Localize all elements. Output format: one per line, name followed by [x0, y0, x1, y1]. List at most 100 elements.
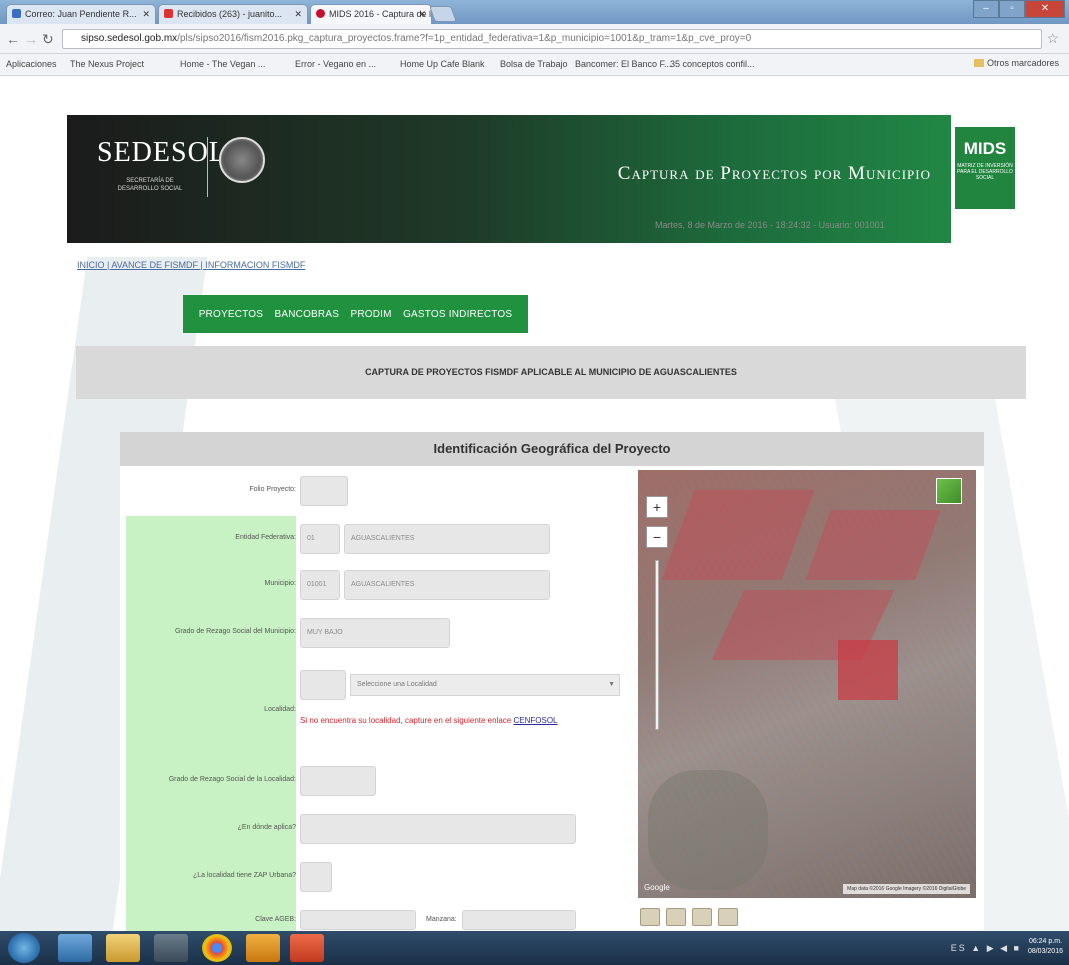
url-host: sipso.sedesol.gob.mx — [81, 33, 178, 44]
screen: { "browser": { "tabs": [ {"label": "Corr… — [0, 0, 1069, 965]
map-select-tool-icon[interactable] — [666, 908, 686, 926]
panel-title: Identificación Geográfica del Proyecto — [120, 432, 984, 466]
bookmark-item[interactable]: 35 conceptos confil... — [670, 59, 755, 69]
menu-item-prodim[interactable]: PRODIM — [350, 309, 391, 320]
bookmark-item[interactable]: Bolsa de Trabajo — [500, 59, 568, 69]
logo-divider — [207, 137, 208, 197]
section-banner: CAPTURA DE PROYECTOS FISMDF APLICABLE AL… — [76, 346, 1026, 399]
map-zoom-slider[interactable] — [655, 560, 659, 730]
url-field[interactable]: sipso.sedesol.gob.mx/pls/sipso2016/fism2… — [62, 29, 1042, 49]
cap-label: ¿La localidad tiene ZAP Urbana? — [193, 872, 296, 879]
localidad-warning-text: Si no encuentra su localidad, capture en… — [300, 716, 512, 725]
manzana-label: Manzana: — [426, 916, 457, 923]
forward-icon[interactable]: → — [24, 31, 38, 47]
powerpoint-icon[interactable] — [290, 934, 324, 962]
address-bar-row: ← → ↻ sipso.sedesol.gob.mx/pls/sipso2016… — [0, 24, 1069, 54]
bookmark-item[interactable]: The Nexus Project — [70, 59, 144, 69]
entidad-label: Entidad Federativa: — [235, 534, 296, 541]
google-logo: Google — [644, 883, 670, 892]
bookmark-apps[interactable]: Aplicaciones — [6, 59, 57, 69]
media-player-icon[interactable] — [154, 934, 188, 962]
mail-icon — [12, 9, 21, 18]
mids-favicon-icon — [316, 9, 325, 18]
entidad-name-field: AGUASCALIENTES — [344, 524, 550, 554]
bookmark-item[interactable]: Bancomer: El Banco F... — [575, 59, 672, 69]
folio-field[interactable] — [300, 476, 348, 506]
localidad-warning: Si no encuentra su localidad, capture en… — [300, 716, 558, 725]
localidad-select[interactable]: Seleccione una Localidad ▼ — [350, 674, 620, 696]
file-explorer-icon[interactable] — [106, 934, 140, 962]
maximize-button[interactable]: ▫ — [999, 0, 1025, 18]
localidad-code-field[interactable] — [300, 670, 346, 700]
grado-localidad-label: Grado de Rezago Social de la Localidad: — [168, 776, 296, 783]
dropdown-arrow-icon: ▼ — [608, 681, 615, 688]
menu-item-proyectos[interactable]: PROYECTOS — [199, 309, 263, 320]
tab-label: Recibidos (263) - juanito... — [177, 9, 283, 19]
manzana-field[interactable] — [462, 910, 576, 930]
page-title: Captura de Proyectos por Municipio — [617, 163, 931, 184]
map-block — [805, 510, 941, 580]
bookmarks-bar: Aplicaciones The Nexus Project Home - Th… — [0, 54, 1069, 76]
gmail-icon — [164, 9, 173, 18]
map-draw-tool-icon[interactable] — [692, 908, 712, 926]
map-zoom-out-button[interactable]: − — [646, 526, 668, 548]
geo-identification-panel: Identificación Geográfica del Proyecto F… — [120, 432, 984, 931]
window-controls: – ▫ ✕ — [973, 0, 1065, 18]
grado-municipio-label: Grado de Rezago Social del Municipio: — [174, 628, 296, 635]
localidad-select-value: Seleccione una Localidad — [357, 681, 437, 688]
folder-icon — [973, 59, 984, 67]
browser-tab-correo[interactable]: Correo: Juan Pendiente R... ✕ — [6, 4, 156, 24]
map-layer-switcher-icon[interactable] — [936, 478, 962, 504]
bookmark-star-icon[interactable]: ☆ — [1046, 30, 1059, 47]
municipio-label: Municipio: — [264, 580, 296, 587]
browser-tab-mids[interactable]: MIDS 2016 - Captura de l ✕ — [310, 4, 432, 24]
map-pan-tool-icon[interactable] — [640, 908, 660, 926]
map-zoom-in-button[interactable]: + — [646, 496, 668, 518]
close-window-button[interactable]: ✕ — [1025, 0, 1065, 18]
reload-icon[interactable]: ↻ — [42, 31, 54, 48]
folio-label: Folio Proyecto: — [249, 486, 296, 493]
grado-localidad-field — [300, 766, 376, 796]
breadcrumb[interactable]: INICIO | AVANCE DE FISMDF | INFORMACION … — [77, 260, 305, 270]
menu-item-gastos-indirectos[interactable]: GASTOS INDIRECTOS — [403, 309, 512, 320]
ageb-field[interactable] — [300, 910, 416, 930]
web-page: SEDESOL SECRETARÍA DE DESARROLLO SOCIAL … — [0, 77, 1069, 931]
internet-explorer-icon[interactable] — [58, 934, 92, 962]
menu-item-bancobras[interactable]: BANCOBRAS — [275, 309, 340, 320]
tab-label: MIDS 2016 - Captura de l — [329, 9, 432, 19]
other-bookmarks-folder[interactable]: Otros marcadores — [970, 57, 1063, 69]
windows-taskbar: ES ▲ ▶ ◀ ■ 06:24 p.m. 08/03/2016 — [0, 931, 1069, 965]
map-clear-tool-icon[interactable] — [718, 908, 738, 926]
map-toolbar — [640, 908, 738, 926]
mids-badge-text: MIDS — [963, 139, 1007, 158]
new-tab-button[interactable] — [429, 6, 457, 22]
ageb-label: Clave AGEB: — [255, 916, 296, 923]
start-button-icon[interactable] — [8, 933, 40, 963]
system-tray-icons[interactable]: ES ▲ ▶ ◀ ■ — [951, 943, 1021, 954]
browser-tab-recibidos[interactable]: Recibidos (263) - juanito... ✕ — [158, 4, 308, 24]
project-form: Folio Proyecto: Entidad Federativa: 01 A… — [126, 466, 632, 931]
minimize-button[interactable]: – — [973, 0, 999, 18]
close-tab-icon[interactable]: ✕ — [294, 5, 302, 23]
close-tab-icon[interactable]: ✕ — [418, 5, 426, 23]
close-tab-icon[interactable]: ✕ — [142, 5, 150, 23]
satellite-map[interactable]: + − Google Map data ©2016 Google Imagery… — [638, 470, 976, 898]
back-icon[interactable]: ← — [6, 31, 20, 47]
bookmark-item[interactable]: Error - Vegano en ... — [295, 59, 376, 69]
taskbar-clock[interactable]: 06:24 p.m. 08/03/2016 — [1028, 937, 1063, 957]
bookmark-item[interactable]: Home Up Cafe Blank — [400, 59, 485, 69]
outlook-icon[interactable] — [246, 934, 280, 962]
tab-label: Correo: Juan Pendiente R... — [25, 9, 137, 19]
cap-field[interactable] — [300, 862, 332, 892]
clock-time: 06:24 p.m. — [1028, 938, 1063, 945]
form-label-column — [126, 516, 296, 931]
session-date-line: Martes, 8 de Marzo de 2016 - 18:24:32 - … — [655, 220, 885, 230]
other-bookmarks-label: Otros marcadores — [986, 58, 1059, 68]
municipio-name-field: AGUASCALIENTES — [344, 570, 550, 600]
cenfosol-link[interactable]: CENFOSOL — [514, 716, 558, 725]
bookmark-item[interactable]: Home - The Vegan ... — [180, 59, 265, 69]
zap-field[interactable] — [300, 814, 576, 844]
map-block — [661, 490, 815, 580]
chrome-icon[interactable] — [202, 934, 232, 962]
browser-tab-strip: Correo: Juan Pendiente R... ✕ Recibidos … — [0, 0, 1069, 24]
